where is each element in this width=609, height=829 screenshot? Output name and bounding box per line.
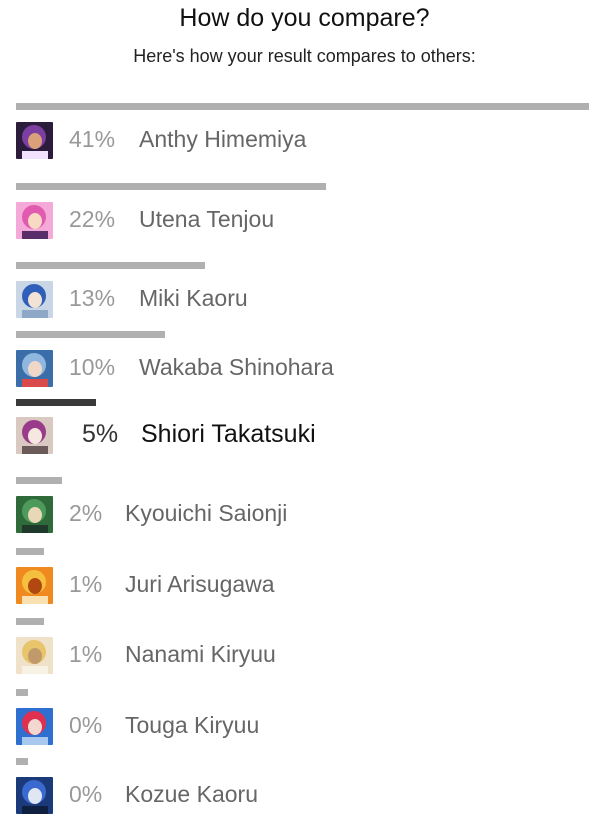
result-row: 2% Kyouichi Saionji <box>16 477 596 537</box>
result-row: 0% Touga Kiryuu <box>16 689 596 749</box>
result-name: Touga Kiryuu <box>125 712 260 738</box>
result-percent: 41% <box>69 126 116 152</box>
result-row: 41% Anthy Himemiya <box>16 103 596 163</box>
result-name: Kozue Kaoru <box>125 781 258 807</box>
result-row: 5% Shiori Takatsuki <box>16 399 596 459</box>
result-percent: 5% <box>82 420 119 448</box>
touga-avatar <box>16 708 53 745</box>
result-bar <box>16 618 44 625</box>
juri-avatar <box>16 567 53 604</box>
result-bar <box>16 262 205 269</box>
result-row: 10% Wakaba Shinohara <box>16 331 596 391</box>
result-percent: 10% <box>69 354 116 380</box>
result-name: Shiori Takatsuki <box>141 420 316 448</box>
result-row: 0% Kozue Kaoru <box>16 758 596 818</box>
result-name: Anthy Himemiya <box>139 126 307 152</box>
utena-avatar <box>16 202 53 239</box>
result-name: Kyouichi Saionji <box>125 500 288 526</box>
result-bar <box>16 758 28 765</box>
anthy-avatar <box>16 122 53 159</box>
result-row: 1% Juri Arisugawa <box>16 548 596 608</box>
result-row: 22% Utena Tenjou <box>16 183 596 243</box>
result-bar <box>16 183 326 190</box>
result-name: Miki Kaoru <box>139 285 248 311</box>
kozue-avatar <box>16 777 53 814</box>
result-name: Utena Tenjou <box>139 206 275 232</box>
result-name: Juri Arisugawa <box>125 571 275 597</box>
result-bar <box>16 331 165 338</box>
result-bar <box>16 103 589 110</box>
result-name: Wakaba Shinohara <box>139 354 334 380</box>
kyouichi-avatar <box>16 496 53 533</box>
miki-avatar <box>16 281 53 318</box>
result-bar <box>16 477 62 484</box>
wakaba-avatar <box>16 350 53 387</box>
results-chart: 41% Anthy Himemiya 22% Utena Tenjou 13% Miki … <box>0 0 609 829</box>
result-percent: 13% <box>69 285 116 311</box>
result-percent: 1% <box>69 641 103 667</box>
result-row: 1% Nanami Kiryuu <box>16 618 596 678</box>
shiori-avatar <box>16 417 53 454</box>
result-percent: 0% <box>69 712 103 738</box>
result-name: Nanami Kiryuu <box>125 641 276 667</box>
result-bar <box>16 399 96 406</box>
result-percent: 0% <box>69 781 103 807</box>
result-bar <box>16 548 44 555</box>
result-percent: 2% <box>69 500 103 526</box>
result-percent: 1% <box>69 571 103 597</box>
result-percent: 22% <box>69 206 116 232</box>
result-bar <box>16 689 28 696</box>
nanami-avatar <box>16 637 53 674</box>
result-row: 13% Miki Kaoru <box>16 262 596 322</box>
